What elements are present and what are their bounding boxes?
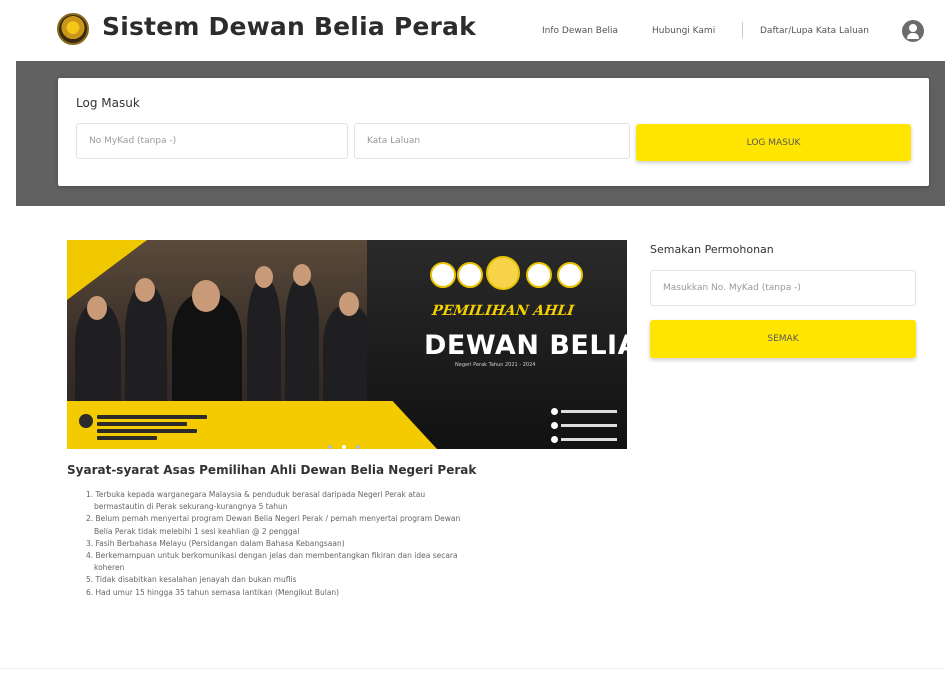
user-account-icon[interactable] bbox=[902, 20, 924, 42]
list-item: 3. Fasih Berbahasa Melayu (Persidangan d… bbox=[86, 538, 345, 548]
partner-badge-icon bbox=[486, 256, 520, 290]
semak-button[interactable]: SEMAK bbox=[650, 320, 916, 358]
banner-subtitle: Negeri Perak Tahun 2021 - 2024 bbox=[455, 362, 536, 368]
list-item: 5. Tidak disabitkan kesalahan jenayah da… bbox=[86, 575, 297, 585]
list-item: 1. Terbuka kepada warganegara Malaysia &… bbox=[86, 490, 426, 499]
semakan-mykad-input[interactable] bbox=[650, 270, 916, 306]
syarat-title: Syarat-syarat Asas Pemilihan Ahli Dewan … bbox=[67, 463, 477, 477]
carousel-dot[interactable] bbox=[356, 445, 360, 449]
list-item: Belia Perak tidak melebihi 1 sesi keahli… bbox=[94, 526, 300, 536]
list-item: 2. Belum pernah menyertai program Dewan … bbox=[86, 514, 461, 524]
partner-badge-icon bbox=[457, 262, 483, 288]
footer-divider bbox=[0, 668, 945, 669]
social-instagram bbox=[551, 422, 621, 429]
banner-title: DEWAN BELIA bbox=[424, 330, 639, 361]
list-item: bermastautin di Perak sekurang-kurangnya… bbox=[94, 502, 288, 512]
login-title: Log Masuk bbox=[76, 96, 140, 110]
partner-badge-icon bbox=[430, 262, 456, 288]
mykad-input[interactable] bbox=[76, 123, 348, 159]
nav-hubungi-kami[interactable]: Hubungi Kami bbox=[652, 26, 715, 36]
dewan-belia-logo-icon[interactable] bbox=[57, 13, 89, 45]
banner-seal-icon bbox=[79, 414, 93, 428]
list-item: 4. Berkemampuan untuk berkomunikasi deng… bbox=[86, 551, 458, 561]
social-youtube bbox=[551, 436, 621, 443]
list-item: 6. Had umur 15 hingga 35 tahun semasa la… bbox=[86, 587, 340, 597]
password-input[interactable] bbox=[354, 123, 630, 159]
log-masuk-button[interactable]: LOG MASUK bbox=[636, 124, 911, 161]
carousel-dot[interactable] bbox=[342, 445, 346, 449]
list-item: koheren bbox=[94, 563, 125, 573]
carousel-indicators[interactable] bbox=[328, 434, 370, 453]
syarat-list: 1. Terbuka kepada warganegara Malaysia &… bbox=[86, 489, 634, 599]
social-facebook bbox=[551, 408, 621, 415]
banner-script-title: PEMILIHAN AHLI bbox=[430, 303, 576, 319]
site-title[interactable]: Sistem Dewan Belia Perak bbox=[102, 12, 476, 41]
carousel-dot[interactable] bbox=[328, 445, 332, 449]
partner-badge-icon bbox=[526, 262, 552, 288]
semakan-title: Semakan Permohonan bbox=[650, 243, 774, 256]
top-header: Sistem Dewan Belia Perak Info Dewan Beli… bbox=[0, 0, 945, 62]
partner-badge-icon bbox=[557, 262, 583, 288]
nav-daftar-lupa-kata-laluan[interactable]: Daftar/Lupa Kata Laluan bbox=[760, 26, 869, 36]
nav-info-dewan-belia[interactable]: Info Dewan Belia bbox=[542, 26, 618, 36]
nav-divider bbox=[742, 22, 743, 38]
